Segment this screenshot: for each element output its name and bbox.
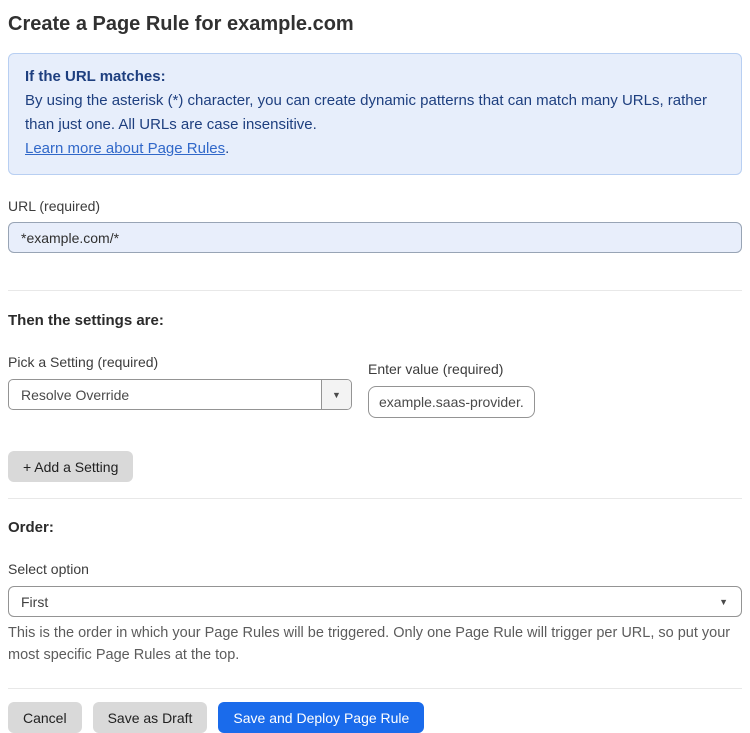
setting-select-value: Resolve Override <box>21 386 130 403</box>
setting-picker-column: Pick a Setting (required) Resolve Overri… <box>8 354 352 418</box>
settings-heading: Then the settings are: <box>8 312 164 329</box>
order-heading: Order: <box>8 519 54 536</box>
info-box-body: By using the asterisk (*) character, you… <box>25 92 707 133</box>
order-select-label: Select option <box>8 561 89 577</box>
info-link-row: Learn more about Page Rules. <box>25 137 725 161</box>
url-label: URL (required) <box>8 198 101 214</box>
info-box-heading: If the URL matches: <box>25 68 166 85</box>
divider <box>8 498 742 499</box>
setting-value-column: Enter value (required) <box>368 361 535 418</box>
link-period: . <box>225 140 230 157</box>
order-help-text: This is the order in which your Page Rul… <box>8 625 731 663</box>
order-select-value: First <box>21 593 49 610</box>
value-label: Enter value (required) <box>368 361 504 377</box>
add-setting-button[interactable]: + Add a Setting <box>8 451 134 482</box>
cancel-button[interactable]: Cancel <box>8 702 82 733</box>
url-input[interactable] <box>8 222 742 253</box>
setting-select[interactable]: Resolve Override ▼ <box>8 379 352 410</box>
settings-row: Pick a Setting (required) Resolve Overri… <box>8 354 742 418</box>
url-match-info-box: If the URL matches: By using the asteris… <box>8 53 742 175</box>
divider <box>8 688 742 689</box>
setting-label: Pick a Setting (required) <box>8 354 159 370</box>
save-as-draft-button[interactable]: Save as Draft <box>92 702 208 733</box>
learn-more-link[interactable]: Learn more about Page Rules <box>25 140 225 157</box>
footer-actions: Cancel Save as Draft Save and Deploy Pag… <box>8 702 742 733</box>
chevron-down-icon[interactable]: ▼ <box>321 380 351 409</box>
save-and-deploy-button[interactable]: Save and Deploy Page Rule <box>218 702 425 733</box>
create-page-rule-form: Create a Page Rule for example.com If th… <box>0 11 750 733</box>
setting-value-input[interactable] <box>368 386 535 418</box>
chevron-down-icon: ▼ <box>719 596 728 607</box>
page-title: Create a Page Rule for example.com <box>8 13 354 35</box>
divider <box>8 290 742 291</box>
order-select[interactable]: First ▼ <box>8 586 742 617</box>
